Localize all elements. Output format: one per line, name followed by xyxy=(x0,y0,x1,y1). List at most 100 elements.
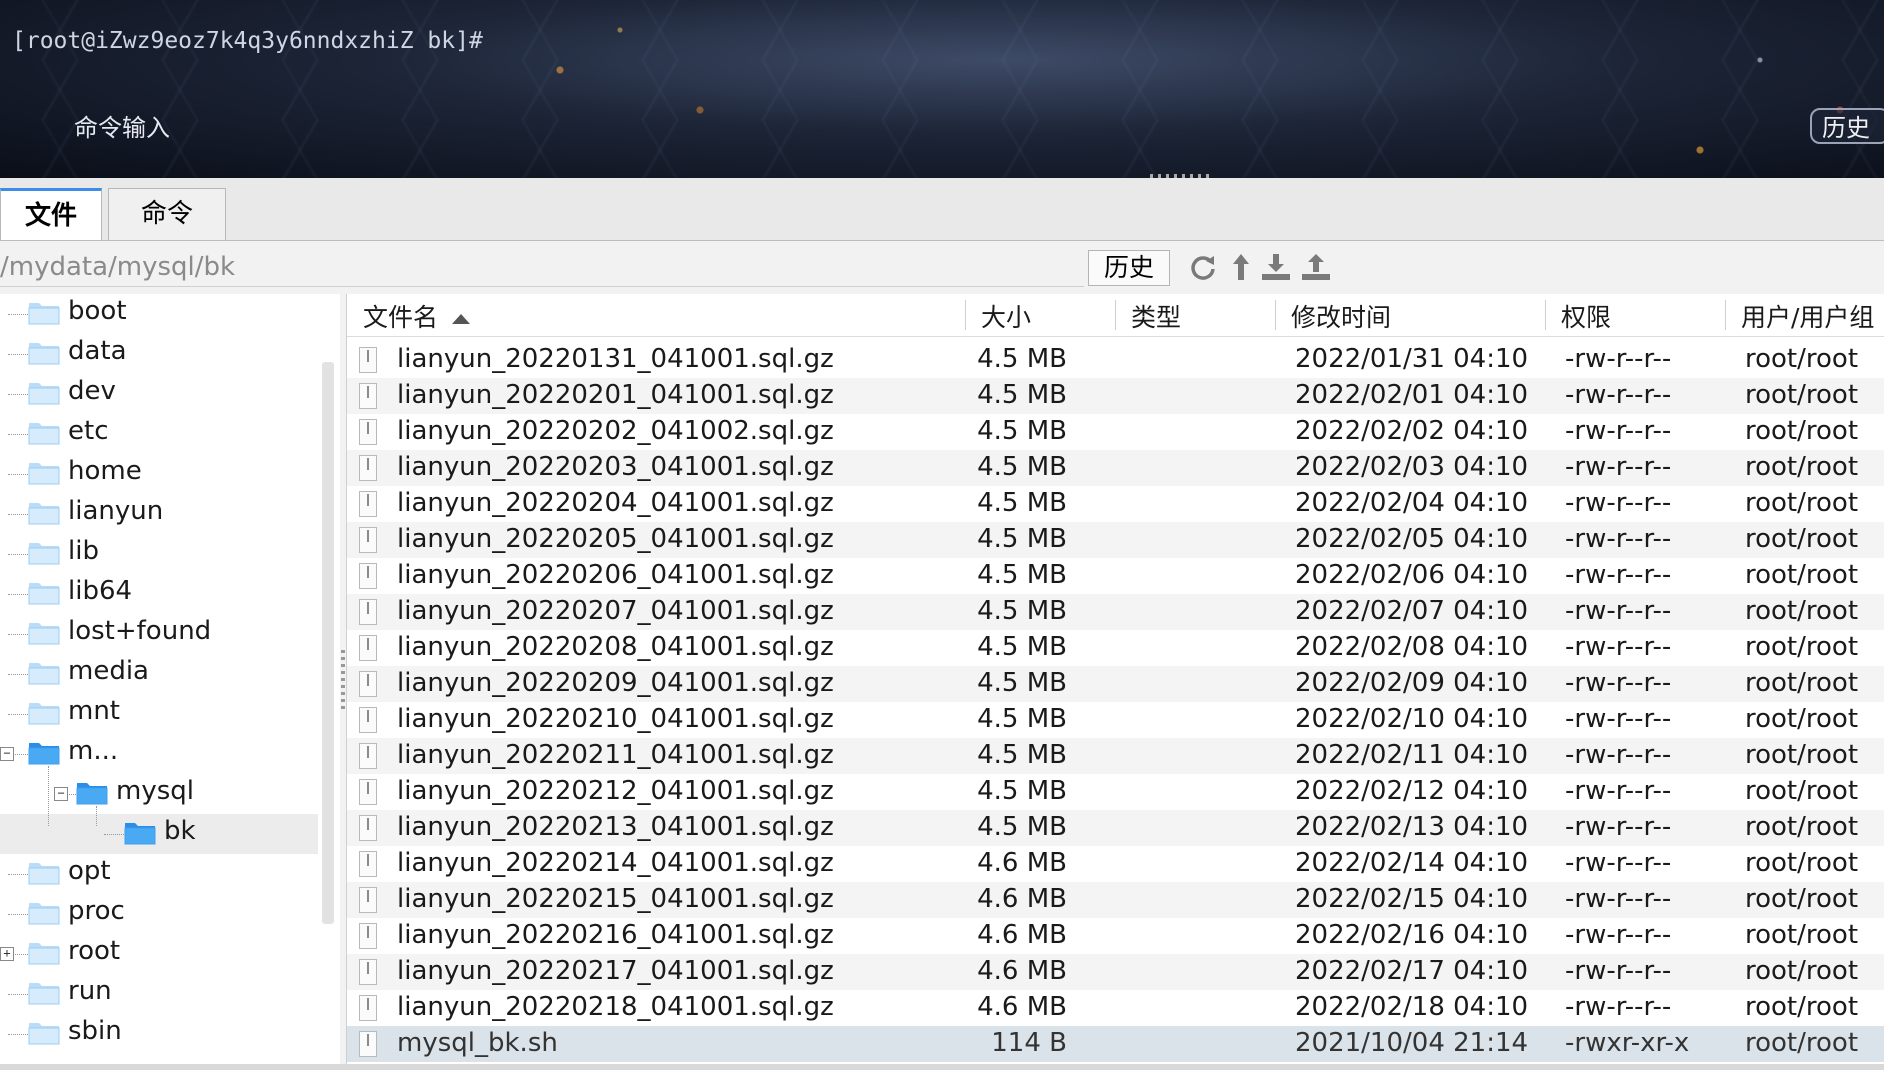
file-permissions: -rw-r--r-- xyxy=(1565,596,1672,626)
file-owner: root/root xyxy=(1745,920,1859,950)
file-row[interactable]: lianyun_20220208_041001.sql.gz 4.5 MB 2022… xyxy=(347,630,1884,666)
directory-tree[interactable]: boot data dev etc home lianyun lib lib64 lost+fo… xyxy=(0,294,341,1064)
file-permissions: -rw-r--r-- xyxy=(1565,560,1672,590)
file-name: lianyun_20220206_041001.sql.gz xyxy=(397,560,834,590)
file-size: 4.6 MB xyxy=(977,848,1067,878)
script-file-icon xyxy=(359,1031,377,1057)
splitter-grip[interactable] xyxy=(341,650,345,710)
file-mtime: 2022/02/17 04:10 xyxy=(1295,956,1529,986)
tree-item-root[interactable]: + root xyxy=(0,934,318,974)
tree-item-etc[interactable]: etc xyxy=(0,414,318,454)
file-owner: root/root xyxy=(1745,1028,1859,1058)
folder-icon xyxy=(28,623,60,645)
terminal-prompt: [root@iZwz9eoz7k4q3y6nndxzhiZ bk]# xyxy=(12,28,483,54)
file-mtime: 2022/02/11 04:10 xyxy=(1295,740,1529,770)
archive-file-icon xyxy=(359,563,377,589)
tree-item-dev[interactable]: dev xyxy=(0,374,318,414)
file-permissions: -rw-r--r-- xyxy=(1565,992,1672,1022)
archive-file-icon xyxy=(359,959,377,985)
file-row[interactable]: lianyun_20220205_041001.sql.gz 4.5 MB 2022… xyxy=(347,522,1884,558)
file-row[interactable]: lianyun_20220207_041001.sql.gz 4.5 MB 2022… xyxy=(347,594,1884,630)
tree-item-boot[interactable]: boot xyxy=(0,294,318,334)
file-row[interactable]: mysql_bk.sh 114 B 2021/10/04 21:14 -rwxr-xr… xyxy=(347,1026,1884,1062)
tree-item-lianyun[interactable]: lianyun xyxy=(0,494,318,534)
file-row[interactable]: lianyun_20220203_041001.sql.gz 4.5 MB 2022… xyxy=(347,450,1884,486)
file-row[interactable]: lianyun_20220209_041001.sql.gz 4.5 MB 2022… xyxy=(347,666,1884,702)
column-mtime[interactable]: 修改时间 xyxy=(1291,298,1391,334)
path-input[interactable]: /mydata/mysql/bk xyxy=(0,252,235,282)
collapse-icon[interactable]: − xyxy=(54,787,68,801)
file-mtime: 2022/02/08 04:10 xyxy=(1295,632,1529,662)
file-row[interactable]: lianyun_20220213_041001.sql.gz 4.5 MB 2022… xyxy=(347,810,1884,846)
download-icon[interactable] xyxy=(1260,250,1290,284)
file-row[interactable]: lianyun_20220217_041001.sql.gz 4.6 MB 2022… xyxy=(347,954,1884,990)
archive-file-icon xyxy=(359,347,377,373)
tree-connector xyxy=(8,634,30,635)
tab-files-label: 文件 xyxy=(24,201,77,231)
terminal-history-button[interactable]: 历史 xyxy=(1810,108,1884,144)
tab-commands[interactable]: 命令 xyxy=(108,188,226,240)
file-row[interactable]: lianyun_20220131_041001.sql.gz 4.5 MB 2022… xyxy=(347,342,1884,378)
column-separator[interactable] xyxy=(965,300,966,330)
column-separator[interactable] xyxy=(1545,300,1546,330)
file-row[interactable]: lianyun_20220215_041001.sql.gz 4.6 MB 2022… xyxy=(347,882,1884,918)
tree-item-lost-found[interactable]: lost+found xyxy=(0,614,318,654)
tree-connector xyxy=(48,766,49,826)
file-row[interactable]: lianyun_20220216_041001.sql.gz 4.6 MB 2022… xyxy=(347,918,1884,954)
file-row[interactable]: lianyun_20220210_041001.sql.gz 4.5 MB 2022… xyxy=(347,702,1884,738)
tree-item-run[interactable]: run xyxy=(0,974,318,1014)
column-owner[interactable]: 用户/用户组 xyxy=(1741,298,1874,334)
command-input[interactable]: 命令输入 xyxy=(74,108,170,143)
file-row[interactable]: lianyun_20220201_041001.sql.gz 4.5 MB 2022… xyxy=(347,378,1884,414)
tree-item-home[interactable]: home xyxy=(0,454,318,494)
tree-item-label: mnt xyxy=(68,696,120,726)
upload-icon[interactable] xyxy=(1300,250,1330,284)
tab-files[interactable]: 文件 xyxy=(0,188,102,240)
column-separator[interactable] xyxy=(1115,300,1116,330)
file-row[interactable]: lianyun_20220211_041001.sql.gz 4.5 MB 2022… xyxy=(347,738,1884,774)
terminal-panel[interactable]: [root@iZwz9eoz7k4q3y6nndxzhiZ bk]# 命令输入 … xyxy=(0,0,1884,178)
file-row[interactable]: lianyun_20220204_041001.sql.gz 4.5 MB 2022… xyxy=(347,486,1884,522)
file-row[interactable]: lianyun_20220202_041002.sql.gz 4.5 MB 2022… xyxy=(347,414,1884,450)
file-mtime: 2022/02/18 04:10 xyxy=(1295,992,1529,1022)
folder-icon xyxy=(28,1023,60,1045)
tree-item-label: run xyxy=(68,976,112,1006)
file-list[interactable]: 文件名 大小 类型 修改时间 权限 用户/用户组 lianyun_2022013… xyxy=(346,294,1884,1064)
tree-item-proc[interactable]: proc xyxy=(0,894,318,934)
file-permissions: -rw-r--r-- xyxy=(1565,884,1672,914)
tree-item-mnt[interactable]: mnt xyxy=(0,694,318,734)
collapse-icon[interactable]: − xyxy=(0,747,14,761)
folder-icon xyxy=(28,663,60,685)
tree-item-lib[interactable]: lib xyxy=(0,534,318,574)
file-row[interactable]: lianyun_20220214_041001.sql.gz 4.6 MB 2022… xyxy=(347,846,1884,882)
column-separator[interactable] xyxy=(1275,300,1276,330)
column-name[interactable]: 文件名 xyxy=(363,298,471,334)
file-permissions: -rwxr-xr-x xyxy=(1565,1028,1690,1058)
file-size: 4.6 MB xyxy=(977,992,1067,1022)
file-mtime: 2022/02/02 04:10 xyxy=(1295,416,1529,446)
file-row[interactable]: lianyun_20220212_041001.sql.gz 4.5 MB 2022… xyxy=(347,774,1884,810)
archive-file-icon xyxy=(359,995,377,1021)
file-name: lianyun_20220131_041001.sql.gz xyxy=(397,344,834,374)
tree-item-media[interactable]: media xyxy=(0,654,318,694)
archive-file-icon xyxy=(359,455,377,481)
column-type[interactable]: 类型 xyxy=(1131,298,1181,334)
column-permissions[interactable]: 权限 xyxy=(1561,298,1611,334)
path-bar: /mydata/mysql/bk 历史 xyxy=(0,244,1884,290)
tree-item-data[interactable]: data xyxy=(0,334,318,374)
tree-scrollbar[interactable] xyxy=(322,362,334,924)
tree-item-sbin[interactable]: sbin xyxy=(0,1014,318,1054)
up-directory-icon[interactable] xyxy=(1226,250,1256,284)
column-size[interactable]: 大小 xyxy=(981,298,1031,334)
path-history-button[interactable]: 历史 xyxy=(1088,250,1170,286)
tree-item-opt[interactable]: opt xyxy=(0,854,318,894)
refresh-icon[interactable] xyxy=(1188,250,1218,284)
file-owner: root/root xyxy=(1745,848,1859,878)
file-permissions: -rw-r--r-- xyxy=(1565,956,1672,986)
file-owner: root/root xyxy=(1745,812,1859,842)
column-separator[interactable] xyxy=(1725,300,1726,330)
expand-icon[interactable]: + xyxy=(0,947,14,961)
file-row[interactable]: lianyun_20220218_041001.sql.gz 4.6 MB 2022… xyxy=(347,990,1884,1026)
file-row[interactable]: lianyun_20220206_041001.sql.gz 4.5 MB 2022… xyxy=(347,558,1884,594)
tree-item-lib64[interactable]: lib64 xyxy=(0,574,318,614)
